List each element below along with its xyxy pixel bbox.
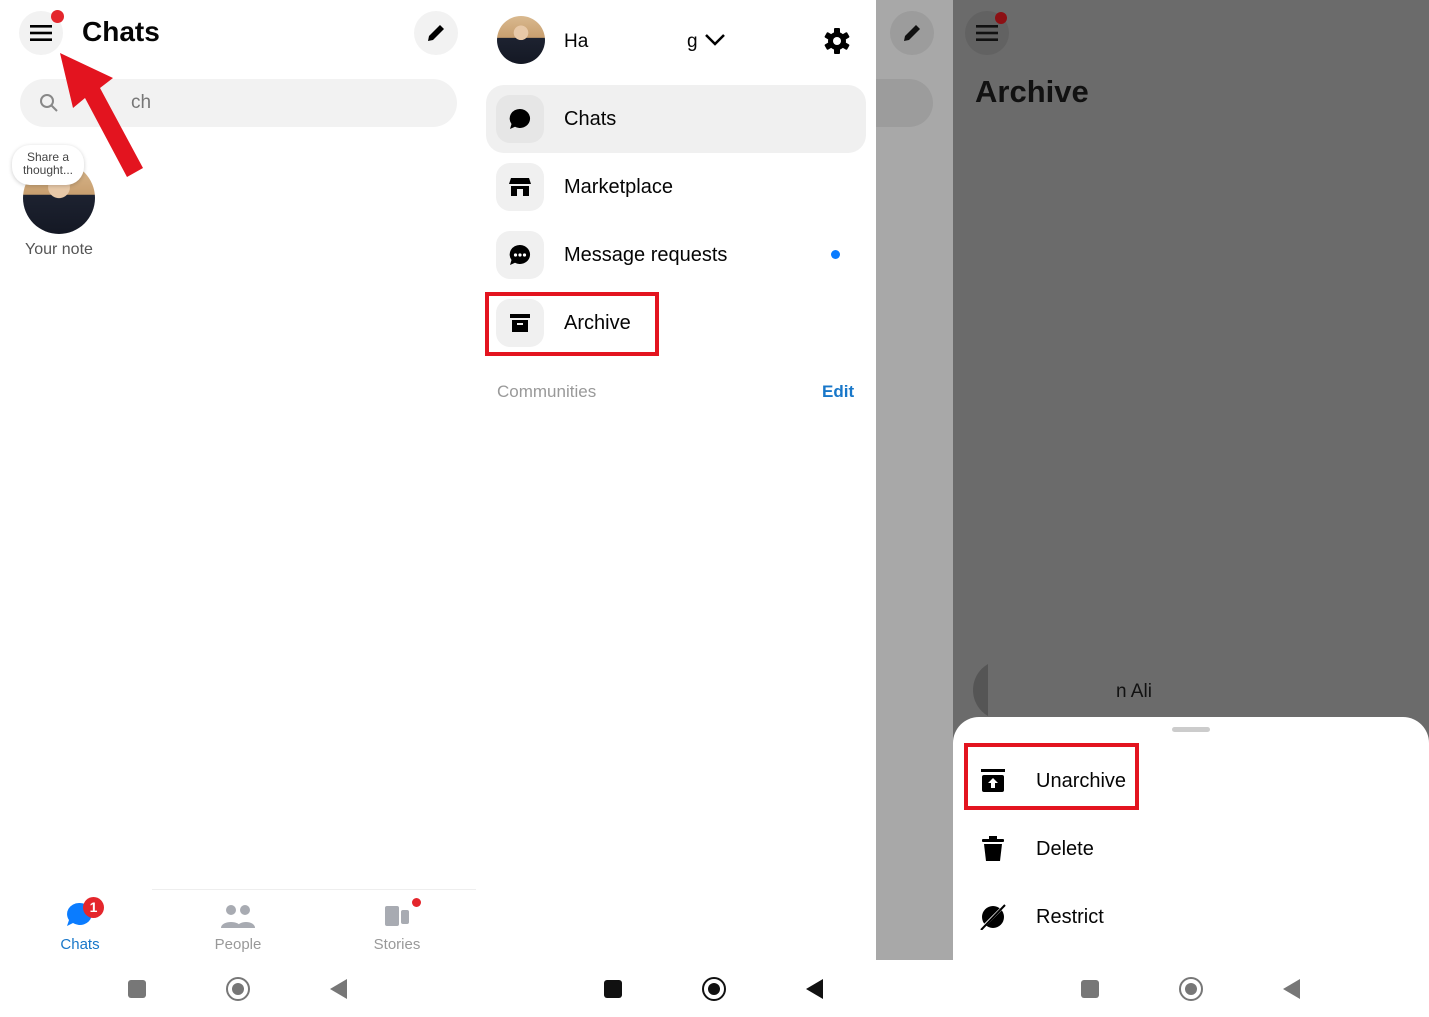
back-button[interactable] [806, 978, 824, 999]
profile-name-end[interactable]: g [687, 31, 698, 53]
pencil-icon [904, 25, 920, 41]
pencil-icon [428, 25, 444, 41]
menu-item-chats[interactable]: Chats [486, 85, 866, 153]
home-button[interactable] [702, 976, 726, 1001]
recents-button[interactable] [128, 979, 146, 998]
compose-button[interactable] [414, 11, 458, 55]
annotation-arrow [60, 53, 143, 177]
tab-people[interactable]: People [198, 904, 278, 953]
people-icon [221, 905, 255, 928]
annotation-highlight [964, 743, 1139, 810]
stories-icon [385, 906, 409, 926]
restrict-option[interactable]: Restrict [966, 887, 1104, 947]
menu-item-message-requests[interactable]: Message requests [486, 221, 866, 289]
divider [152, 889, 476, 890]
profile-avatar[interactable] [497, 16, 545, 64]
chevron-down-icon[interactable] [704, 33, 726, 47]
stories-dot [412, 898, 421, 907]
communities-label: Communities [497, 382, 597, 401]
menu-item-marketplace[interactable]: Marketplace [486, 153, 866, 221]
tab-stories[interactable]: Stories [357, 904, 437, 953]
notification-dot [51, 10, 64, 23]
system-nav-bar [0, 960, 476, 1017]
sheet-handle[interactable] [1172, 727, 1210, 732]
store-icon [509, 178, 531, 196]
unread-badge: 1 [83, 897, 104, 918]
back-button[interactable] [1283, 978, 1301, 999]
contact-name: n Ali [1116, 681, 1152, 702]
dim-overlay[interactable] [876, 0, 953, 960]
tab-chats[interactable]: Chats [40, 900, 120, 953]
chat-bubble-icon [509, 108, 531, 129]
search-dimmed [876, 79, 933, 127]
recents-button[interactable] [1081, 979, 1099, 998]
system-nav-bar [953, 960, 1429, 1017]
page-title: Chats [82, 16, 160, 47]
system-nav-bar [476, 960, 952, 1017]
message-dots-icon [509, 244, 531, 265]
home-button[interactable] [226, 976, 250, 1001]
archive-title: Archive [975, 74, 1089, 109]
unread-dot [831, 250, 840, 259]
delete-option[interactable]: Delete [966, 819, 1094, 879]
back-button[interactable] [330, 978, 348, 999]
home-button[interactable] [1179, 976, 1203, 1001]
gear-icon[interactable] [823, 27, 851, 55]
compose-button-dimmed [890, 11, 934, 55]
note-label: Your note [25, 241, 93, 258]
hamburger-icon [976, 25, 998, 41]
edit-communities-link[interactable]: Edit [822, 382, 854, 402]
annotation-highlight [485, 292, 659, 356]
profile-name-start[interactable]: Ha [564, 31, 588, 53]
notification-dot [995, 12, 1007, 24]
recents-button[interactable] [604, 979, 622, 998]
restrict-icon [980, 904, 1006, 930]
trash-icon [982, 836, 1004, 861]
hamburger-icon [30, 25, 52, 41]
